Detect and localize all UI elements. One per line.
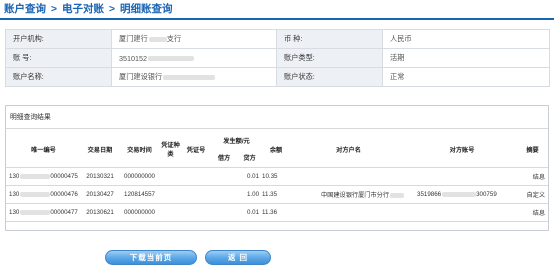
time-cell: 000000000 xyxy=(119,167,160,186)
time-cell: 000000000 xyxy=(119,203,160,222)
column-header-credit: 贷方 xyxy=(237,150,263,168)
date-cell: 20130321 xyxy=(81,167,119,186)
breadcrumb-item-detail-query: 明细账查询 xyxy=(119,3,173,15)
account-info-row: 账 号: 3510152 账户类型: 活期 xyxy=(5,48,550,68)
redacted-text xyxy=(20,209,51,215)
voucher-type-cell xyxy=(160,167,181,186)
column-header-counterparty-account: 对方账号 xyxy=(407,133,518,168)
balance-cell: 11.36 xyxy=(262,203,291,222)
table-header-row: 唯一编号 交易日期 交易时间 凭证种类 凭证号 发生额/元 余额 对方户名 对方… xyxy=(6,133,549,168)
column-header-counterparty-name: 对方户名 xyxy=(290,133,408,168)
serial-suffix: 00000476 xyxy=(50,191,78,198)
redacted-text xyxy=(163,74,216,80)
table-row: 130 00000475 20130321 000000000 0.01 10.35 结息 xyxy=(6,167,549,186)
opening-institution-text: 厦门建行 xyxy=(119,34,148,43)
opening-institution-label: 开户机构: xyxy=(5,29,112,49)
counterparty-name-cell: 中国建设银行厦门市分行 xyxy=(290,185,408,204)
summary-cell: 自定义 xyxy=(517,185,549,204)
column-header-amount: 发生额/元 xyxy=(211,133,263,150)
serial-prefix: 130 xyxy=(9,209,20,216)
column-header-time: 交易时间 xyxy=(119,133,160,168)
account-name-value: 厦门建设银行 xyxy=(111,67,277,87)
redacted-text xyxy=(148,36,167,42)
balance-cell: 10.35 xyxy=(262,167,291,186)
credit-cell: 1.00 xyxy=(237,185,263,204)
panel-divider xyxy=(6,128,548,129)
balance-cell: 11.35 xyxy=(262,185,291,204)
time-cell: 120814557 xyxy=(119,185,160,204)
date-cell: 20130621 xyxy=(81,203,119,222)
column-header-date: 交易日期 xyxy=(81,133,119,168)
account-info-row: 开户机构: 厦门建行 支行 币 种: 人民币 xyxy=(5,29,550,49)
date-cell: 20130427 xyxy=(81,185,119,204)
table-row: 130 00000477 20130621 000000000 0.01 11.36 结息 xyxy=(6,203,549,222)
breadcrumb-item-e-reconciliation[interactable]: 电子对账 xyxy=(62,3,104,15)
redacted-text xyxy=(442,191,477,197)
account-name-label: 账户名称: xyxy=(5,67,112,87)
redacted-text xyxy=(390,192,405,198)
account-number-label: 账 号: xyxy=(5,48,112,68)
column-header-voucher-no: 凭证号 xyxy=(181,133,211,168)
query-results-panel: 明细查询结果 唯一编号 交易日期 交易时间 凭证种类 凭证号 发生额/元 余额 … xyxy=(5,105,549,231)
redacted-text xyxy=(20,173,51,179)
serial-prefix: 130 xyxy=(9,191,20,198)
account-number-text: 3510152 xyxy=(119,53,147,63)
counterparty-name-cell xyxy=(290,167,408,186)
voucher-no-cell xyxy=(181,167,211,186)
redacted-text xyxy=(147,56,194,62)
account-name-text: 厦门建设银行 xyxy=(119,72,163,81)
voucher-type-cell xyxy=(160,203,181,222)
account-status-value: 正常 xyxy=(382,67,550,87)
account-status-label: 账户状态: xyxy=(276,67,383,87)
account-info-row: 账户名称: 厦门建设银行 账户状态: 正常 xyxy=(5,67,550,87)
account-type-value: 活期 xyxy=(382,48,550,68)
column-header-debit: 借方 xyxy=(211,150,237,168)
table-row: 130 00000476 20130427 120814557 1.00 11.35 中国建… xyxy=(6,185,549,204)
counterparty-name: 中国建设银行厦门市分行 xyxy=(320,192,390,199)
counterparty-account-suffix: 300759 xyxy=(476,191,497,198)
voucher-no-cell xyxy=(181,185,211,204)
breadcrumb-separator: > xyxy=(108,3,116,15)
counterparty-account-cell xyxy=(407,203,518,222)
serial-cell: 130 00000476 xyxy=(6,185,81,204)
currency-value: 人民币 xyxy=(382,29,550,49)
serial-cell: 130 00000477 xyxy=(6,203,81,222)
counterparty-account-prefix: 3519866 xyxy=(417,191,442,198)
serial-suffix: 00000475 xyxy=(50,173,78,180)
query-results-title: 明细查询结果 xyxy=(10,114,51,121)
debit-cell xyxy=(211,167,237,186)
column-header-balance: 余额 xyxy=(262,133,291,168)
currency-label: 币 种: xyxy=(276,29,383,49)
credit-cell: 0.01 xyxy=(237,167,263,186)
breadcrumb-separator: > xyxy=(50,3,58,15)
credit-cell: 0.01 xyxy=(237,203,263,222)
counterparty-account-cell xyxy=(407,167,518,186)
redacted-text xyxy=(20,191,51,197)
serial-prefix: 130 xyxy=(9,173,20,180)
summary-cell: 结息 xyxy=(517,167,549,186)
debit-cell xyxy=(211,203,237,222)
transactions-table: 唯一编号 交易日期 交易时间 凭证种类 凭证号 发生额/元 余额 对方户名 对方… xyxy=(6,133,549,222)
counterparty-name-cell xyxy=(290,203,408,222)
opening-institution-value: 厦门建行 支行 xyxy=(111,29,277,49)
voucher-type-cell xyxy=(160,185,181,204)
column-header-voucher-type: 凭证种类 xyxy=(160,133,181,168)
account-type-label: 账户类型: xyxy=(276,48,383,68)
breadcrumb-divider xyxy=(0,18,554,20)
column-header-summary: 摘要 xyxy=(517,133,549,168)
counterparty-account-cell: 3519866 300759 xyxy=(407,185,518,204)
breadcrumb: 账户查询 > 电子对账 > 明细账查询 xyxy=(0,0,554,20)
debit-cell xyxy=(211,185,237,204)
account-number-value: 3510152 xyxy=(111,48,277,68)
back-button[interactable]: 返 回 xyxy=(205,250,271,265)
opening-institution-tail: 支行 xyxy=(166,34,182,43)
serial-cell: 130 00000475 xyxy=(6,167,81,186)
serial-suffix: 00000477 xyxy=(50,209,78,216)
breadcrumb-item-account-query[interactable]: 账户查询 xyxy=(4,3,46,15)
summary-cell: 结息 xyxy=(517,203,549,222)
column-header-serial: 唯一编号 xyxy=(6,133,81,168)
voucher-no-cell xyxy=(181,203,211,222)
account-info-table: 开户机构: 厦门建行 支行 币 种: 人民币 账 号: 3510152 账户类型:… xyxy=(5,29,550,87)
download-current-page-button[interactable]: 下载当前页 xyxy=(105,250,197,265)
